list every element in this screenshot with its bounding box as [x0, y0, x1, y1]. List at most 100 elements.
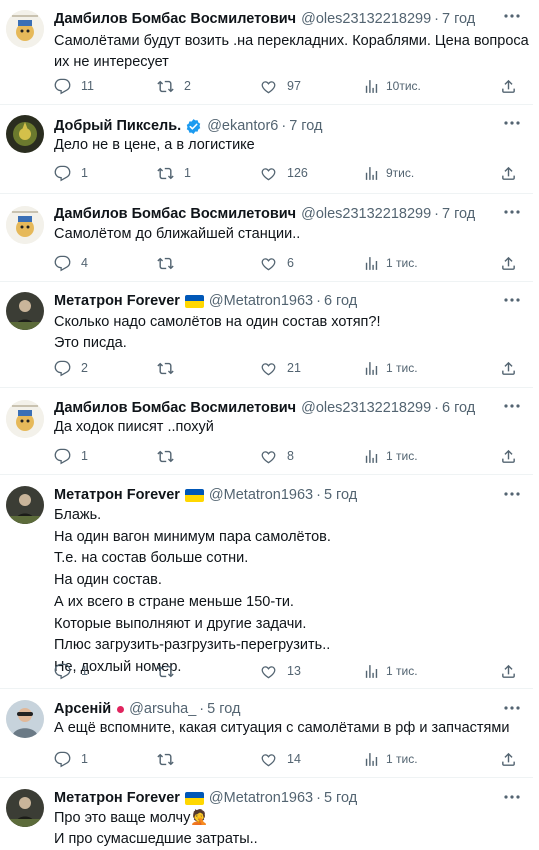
- reply-button[interactable]: 4: [54, 253, 88, 273]
- retweet-button[interactable]: [157, 661, 184, 681]
- author-name[interactable]: Дамбилов Бомбас Восмилетович: [54, 398, 296, 418]
- more-dots-icon[interactable]: [503, 487, 521, 501]
- reply-button[interactable]: 1: [54, 661, 88, 681]
- divider: [0, 777, 533, 778]
- tweet-actions: 4 6 1 тис.: [54, 253, 524, 273]
- avatar[interactable]: [6, 789, 44, 827]
- like-button[interactable]: 97: [260, 76, 301, 96]
- tweet-text: Сколько надо самолётов на один состав хо…: [54, 312, 514, 354]
- author-name[interactable]: Дамбилов Бомбас Восмилетович: [54, 9, 296, 29]
- retweet-button[interactable]: 1: [157, 163, 191, 183]
- tweet-text: А ещё вспомните, какая ситуация с самолё…: [54, 718, 514, 739]
- avatar[interactable]: [6, 206, 44, 244]
- timestamp[interactable]: 5 год: [324, 788, 357, 808]
- author-handle[interactable]: @oles23132218299: [301, 398, 431, 418]
- share-button[interactable]: [500, 76, 517, 96]
- reply-button[interactable]: 1: [54, 163, 88, 183]
- author-handle[interactable]: @oles23132218299: [301, 204, 431, 224]
- retweet-button[interactable]: 2: [157, 76, 191, 96]
- more-dots-icon[interactable]: [503, 701, 521, 715]
- more-dots-icon[interactable]: [503, 790, 521, 804]
- reply-button[interactable]: 1: [54, 446, 88, 466]
- like-button[interactable]: 13: [260, 661, 301, 681]
- share-button[interactable]: [500, 749, 517, 769]
- avatar[interactable]: [6, 115, 44, 153]
- more-dots-icon[interactable]: [503, 9, 521, 23]
- share-icon: [500, 663, 517, 680]
- retweet-count: 1: [184, 166, 191, 180]
- more-dots-icon[interactable]: [503, 205, 521, 219]
- views-button[interactable]: 1 тис.: [363, 358, 418, 378]
- more-dots-icon[interactable]: [503, 116, 521, 130]
- retweet-button[interactable]: [157, 446, 184, 466]
- author-name[interactable]: Добрый Пиксель.: [54, 116, 181, 136]
- tweet[interactable]: Арсеній @arsuha_ · 5 год А ещё вспомните…: [0, 698, 533, 773]
- tweet[interactable]: Метатрон Forever @Metatron1963 · 5 год П…: [0, 787, 533, 850]
- more-dots-icon[interactable]: [503, 399, 521, 413]
- avatar[interactable]: [6, 400, 44, 438]
- avatar[interactable]: [6, 486, 44, 524]
- reply-button[interactable]: 1: [54, 749, 88, 769]
- timestamp[interactable]: 5 год: [324, 485, 357, 505]
- timestamp[interactable]: 7 год: [289, 116, 322, 136]
- share-button[interactable]: [500, 358, 517, 378]
- reply-icon: [54, 78, 71, 95]
- share-button[interactable]: [500, 661, 517, 681]
- author-handle[interactable]: @arsuha_: [129, 699, 196, 719]
- separator-dot: ·: [316, 293, 321, 309]
- views-button[interactable]: 1 тис.: [363, 749, 418, 769]
- author-handle[interactable]: @ekantor6: [207, 116, 278, 136]
- tweet-header: Дамбилов Бомбас Восмилетович @oles231322…: [54, 398, 475, 418]
- like-button[interactable]: 8: [260, 446, 294, 466]
- tweet-actions: 1 1 126 9тис.: [54, 163, 524, 183]
- views-button[interactable]: 1 тис.: [363, 661, 418, 681]
- share-icon: [500, 751, 517, 768]
- tweet[interactable]: Дамбилов Бомбас Восмилетович @oles231322…: [0, 6, 533, 96]
- author-handle[interactable]: @Metatron1963: [209, 485, 313, 505]
- like-button[interactable]: 6: [260, 253, 294, 273]
- timestamp[interactable]: 5 год: [207, 699, 240, 719]
- more-dots-icon[interactable]: [503, 293, 521, 307]
- views-button[interactable]: 10тис.: [363, 76, 421, 96]
- timestamp[interactable]: 6 год: [442, 398, 475, 418]
- author-handle[interactable]: @Metatron1963: [209, 788, 313, 808]
- views-button[interactable]: 1 тис.: [363, 253, 418, 273]
- retweet-button[interactable]: [157, 749, 184, 769]
- avatar[interactable]: [6, 700, 44, 738]
- author-handle[interactable]: @Metatron1963: [209, 291, 313, 311]
- author-name[interactable]: Метатрон Forever: [54, 788, 180, 808]
- retweet-button[interactable]: [157, 253, 184, 273]
- retweet-icon: [157, 78, 174, 95]
- tweet[interactable]: Добрый Пиксель. @ekantor6 · 7 год Дело н…: [0, 113, 533, 188]
- avatar[interactable]: [6, 292, 44, 330]
- views-button[interactable]: 1 тис.: [363, 446, 418, 466]
- tweet[interactable]: Дамбилов Бомбас Восмилетович @oles231322…: [0, 396, 533, 471]
- author-name[interactable]: Дамбилов Бомбас Восмилетович: [54, 204, 296, 224]
- views-chart-icon: [363, 448, 380, 465]
- heart-icon: [260, 360, 277, 377]
- tweet-header: Метатрон Forever @Metatron1963 · 6 год: [54, 291, 357, 311]
- like-button[interactable]: 126: [260, 163, 308, 183]
- tweet[interactable]: Дамбилов Бомбас Восмилетович @oles231322…: [0, 202, 533, 277]
- timestamp[interactable]: 6 год: [324, 291, 357, 311]
- retweet-button[interactable]: [157, 358, 184, 378]
- tweet[interactable]: Метатрон Forever @Metatron1963 · 6 год С…: [0, 290, 533, 385]
- share-button[interactable]: [500, 446, 517, 466]
- author-name[interactable]: Метатрон Forever: [54, 485, 180, 505]
- views-button[interactable]: 9тис.: [363, 163, 414, 183]
- author-name[interactable]: Метатрон Forever: [54, 291, 180, 311]
- share-button[interactable]: [500, 253, 517, 273]
- divider: [0, 193, 533, 194]
- like-button[interactable]: 21: [260, 358, 301, 378]
- avatar[interactable]: [6, 10, 44, 48]
- tweet[interactable]: Метатрон Forever @Metatron1963 · 5 год Б…: [0, 484, 533, 684]
- author-name[interactable]: Арсеній: [54, 699, 111, 719]
- reply-count: 1: [81, 166, 88, 180]
- share-button[interactable]: [500, 163, 517, 183]
- like-button[interactable]: 14: [260, 749, 301, 769]
- author-handle[interactable]: @oles23132218299: [301, 9, 431, 29]
- reply-button[interactable]: 11: [54, 76, 94, 96]
- timestamp[interactable]: 7 год: [442, 9, 475, 29]
- reply-button[interactable]: 2: [54, 358, 88, 378]
- timestamp[interactable]: 7 год: [442, 204, 475, 224]
